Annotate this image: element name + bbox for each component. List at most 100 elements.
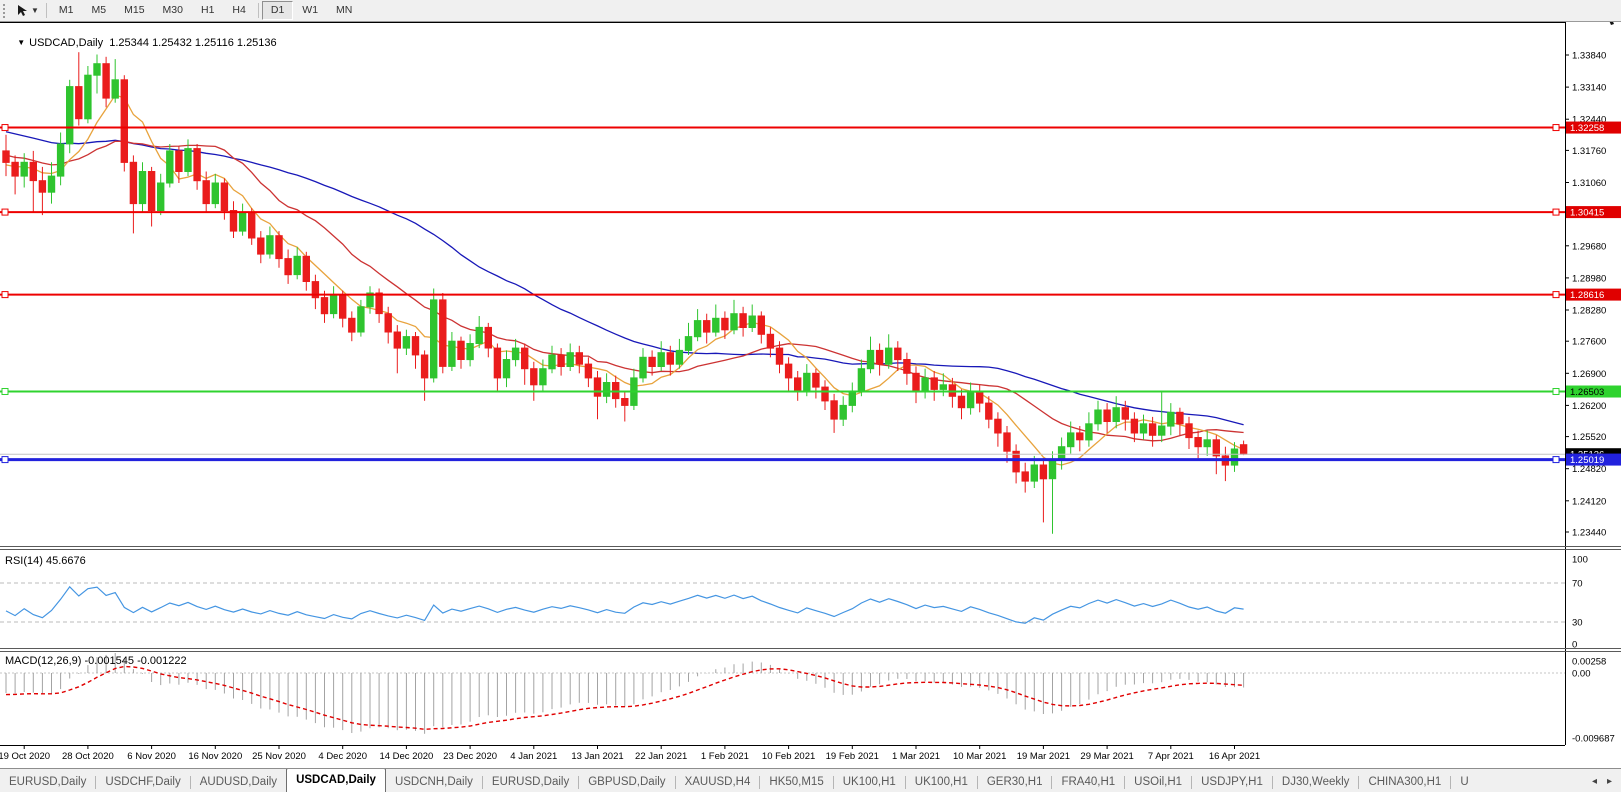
bear-candle — [284, 258, 292, 276]
macd-pane[interactable] — [0, 651, 1565, 734]
level-price-tag-text: 1.26503 — [1570, 387, 1604, 398]
chart-cursor-tool[interactable]: ▼ — [14, 3, 41, 18]
timeframe-button-mn[interactable]: MN — [327, 1, 361, 20]
timeframe-button-d1[interactable]: D1 — [261, 1, 294, 20]
timeframe-button-m15[interactable]: M15 — [115, 1, 153, 20]
line-handle-marker[interactable] — [1, 456, 9, 464]
bear-candle — [1021, 471, 1029, 482]
chart-tab-fra40-h1[interactable]: FRA40,H1 — [1052, 772, 1124, 792]
timeframe-button-w1[interactable]: W1 — [293, 1, 327, 20]
line-handle-marker[interactable] — [1, 208, 9, 216]
bear-candle — [1176, 411, 1184, 425]
line-handle-marker[interactable] — [1552, 124, 1560, 132]
bear-candle — [821, 386, 829, 402]
chart-tab-u[interactable]: U — [1451, 772, 1477, 792]
bear-candle — [257, 237, 265, 255]
timeframe-button-m5[interactable]: M5 — [83, 1, 116, 20]
date-tick-label: 6 Nov 2020 — [127, 751, 176, 762]
bull-candle — [56, 143, 65, 177]
chart-tab-gbpusd-daily[interactable]: GBPUSD,Daily — [579, 772, 674, 792]
date-tick-label: 4 Dec 2020 — [318, 751, 367, 762]
line-handle-marker[interactable] — [1, 388, 9, 396]
rsi-axis-label: 100 — [1572, 555, 1588, 566]
macd-axis-label: 0.00 — [1572, 669, 1591, 680]
chart-tab-usdcnh-daily[interactable]: USDCNH,Daily — [386, 772, 482, 792]
bull-candle — [357, 306, 365, 333]
bear-candle — [739, 313, 747, 329]
toolbar-separator — [257, 3, 259, 18]
bear-candle — [575, 352, 583, 365]
date-tick-label: 14 Dec 2020 — [379, 751, 433, 762]
bull-candle — [511, 347, 520, 361]
chart-tab-usdjpy-h1[interactable]: USDJPY,H1 — [1192, 772, 1272, 792]
toolbar-grip[interactable] — [3, 3, 10, 18]
bull-candle — [693, 320, 702, 338]
chart-tab-eurusd-daily[interactable]: EURUSD,Daily — [0, 772, 95, 792]
chart-tab-uk100-h1[interactable]: UK100,H1 — [834, 772, 905, 792]
bear-candle — [29, 161, 38, 182]
chart-symbol-label: USDCAD,Daily — [29, 37, 104, 49]
tab-scroll-arrows: ◂ ▸ — [1583, 769, 1621, 792]
bull-candle — [1139, 423, 1148, 434]
bull-candle — [475, 326, 483, 344]
tab-scroll-right-icon[interactable]: ▸ — [1602, 774, 1617, 789]
line-handle-marker[interactable] — [1552, 291, 1560, 299]
price-tick-label: 1.29680 — [1572, 241, 1606, 252]
price-tick-label: 1.26200 — [1572, 401, 1606, 412]
bear-candle — [912, 372, 920, 393]
timeframe-button-h4[interactable]: H4 — [223, 1, 254, 20]
bear-candle — [339, 294, 347, 319]
price-tick-label: 1.26900 — [1572, 369, 1606, 380]
chart-tab-hk50-m15[interactable]: HK50,M15 — [760, 772, 832, 792]
bear-candle — [275, 235, 283, 260]
main-price-pane[interactable] — [0, 52, 1565, 534]
chart-tab-audusd-daily[interactable]: AUDUSD,Daily — [191, 772, 286, 792]
chart-context-arrow-icon[interactable]: ▼ — [17, 38, 25, 47]
chart-tab-dj30-weekly[interactable]: DJ30,Weekly — [1273, 772, 1359, 792]
bear-candle — [1212, 439, 1220, 457]
line-handle-marker[interactable] — [1, 124, 9, 132]
chart-tab-ger30-h1[interactable]: GER30,H1 — [978, 772, 1052, 792]
chart-tab-uk100-h1[interactable]: UK100,H1 — [906, 772, 977, 792]
tab-scroll-left-icon[interactable]: ◂ — [1587, 774, 1602, 789]
chart-tab-usdchf-daily[interactable]: USDCHF,Daily — [96, 772, 189, 792]
bull-candle — [848, 391, 856, 406]
bear-candle — [220, 182, 229, 211]
bear-candle — [757, 315, 765, 335]
price-tick-label: 1.31060 — [1572, 178, 1606, 189]
timeframe-button-h1[interactable]: H1 — [192, 1, 223, 20]
bear-candle — [484, 326, 493, 349]
rsi-axis-label: 0 — [1572, 640, 1577, 651]
price-tick-label: 1.25520 — [1572, 432, 1606, 443]
bull-candle — [1167, 411, 1175, 427]
bear-candle — [120, 79, 128, 163]
bull-candle — [1048, 459, 1057, 480]
timeframe-button-m1[interactable]: M1 — [50, 1, 83, 20]
chart-tab-china300-h1[interactable]: CHINA300,H1 — [1359, 772, 1450, 792]
bear-candle — [894, 347, 902, 361]
chart-tab-usoil-h1[interactable]: USOil,H1 — [1125, 772, 1191, 792]
bear-candle — [1130, 418, 1139, 434]
level-price-tag-text: 1.30415 — [1570, 208, 1604, 219]
line-handle-marker[interactable] — [1552, 388, 1560, 396]
bear-candle — [1185, 423, 1193, 439]
line-handle-marker[interactable] — [1552, 208, 1560, 216]
bear-candle — [75, 86, 83, 120]
chart-tab-usdcad-daily[interactable]: USDCAD,Daily — [286, 769, 386, 792]
bear-candle — [648, 356, 656, 367]
chart-tab-eurusd-daily[interactable]: EURUSD,Daily — [483, 772, 578, 792]
line-handle-marker[interactable] — [1552, 456, 1560, 464]
chart-canvas[interactable]: 1.338401.331401.324401.317601.310601.296… — [0, 0, 1621, 766]
bear-candle — [1103, 409, 1111, 422]
bear-candle — [930, 377, 938, 390]
bear-candle — [584, 363, 593, 379]
timeframe-button-m30[interactable]: M30 — [154, 1, 192, 20]
line-handle-marker[interactable] — [1, 291, 9, 299]
bull-candle — [966, 391, 975, 409]
bear-candle — [393, 331, 402, 349]
chart-tab-xauusd-h4[interactable]: XAUUSD,H4 — [676, 772, 760, 792]
bear-candle — [348, 317, 356, 333]
rsi-pane[interactable] — [0, 582, 1565, 624]
mt4-terminal-window: ▼ M1 M5 M15 M30 H1 H4 D1 W1 MN 1.33840 1.33140 1.3… — [0, 0, 1621, 792]
bull-candle — [639, 356, 647, 379]
